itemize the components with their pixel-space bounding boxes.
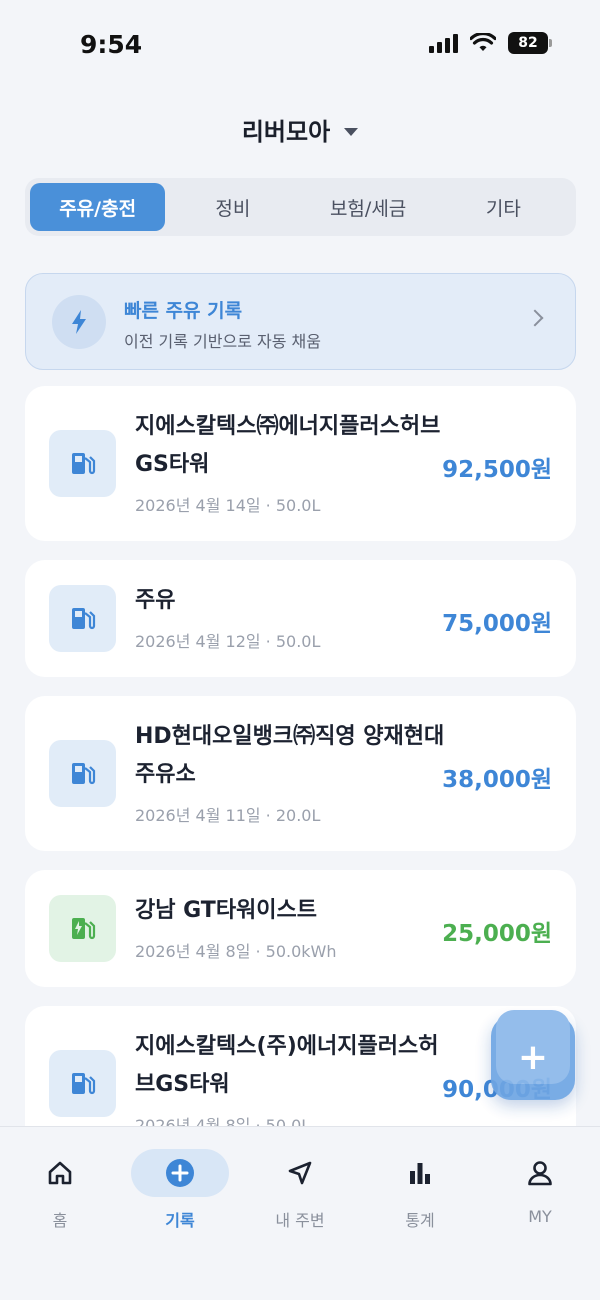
tab-insurance-tax[interactable]: 보험/세금 — [301, 183, 436, 231]
fuel-pump-icon — [49, 740, 116, 807]
nav-my[interactable]: MY — [485, 1145, 595, 1226]
nav-stats[interactable]: 통계 — [365, 1145, 475, 1231]
record-meta: 2026년 4월 14일 · 50.0L — [135, 496, 321, 515]
record-meta: 2026년 4월 8일 · 50.0kWh — [135, 942, 337, 961]
record-list: 지에스칼텍스㈜에너지플러스허브GS타워 92,500원 2026년 4월 14일… — [25, 386, 576, 1126]
plus-circle-icon — [166, 1159, 194, 1187]
nav-stats-label: 통계 — [405, 1211, 435, 1230]
record-amount: 25,000원 — [442, 921, 552, 947]
navigation-arrow-icon — [288, 1161, 312, 1185]
nav-record[interactable]: 기록 — [125, 1145, 235, 1231]
vehicle-name: 리버모아 — [241, 118, 331, 146]
user-icon — [528, 1161, 552, 1186]
record-station-name: 강남 GT타워이스트 — [135, 898, 318, 923]
tab-other[interactable]: 기타 — [436, 183, 571, 231]
status-time: 9:54 — [80, 30, 143, 59]
record-amount: 92,500원 — [442, 457, 552, 483]
vehicle-selector[interactable]: 리버모아 — [241, 112, 359, 147]
add-record-fab[interactable]: + — [491, 1010, 575, 1100]
record-meta: 2026년 4월 8일 · 50.0L — [135, 1116, 311, 1126]
tab-maintenance[interactable]: 정비 — [165, 183, 300, 231]
nav-home-label: 홈 — [52, 1211, 68, 1230]
home-icon — [48, 1161, 72, 1185]
fuel-pump-icon — [49, 430, 116, 497]
fuel-pump-icon — [49, 1050, 116, 1117]
nav-nearby[interactable]: 내 주변 — [245, 1145, 355, 1231]
status-bar: 9:54 82 — [0, 0, 600, 90]
ev-charger-icon — [49, 895, 116, 962]
cellular-signal-icon — [429, 33, 458, 53]
record-station-name: HD현대오일뱅크㈜직영 양재현대주유소 — [135, 724, 445, 787]
record-meta: 2026년 4월 11일 · 20.0L — [135, 806, 321, 825]
quick-fuel-record-card[interactable]: 빠른 주유 기록 이전 기록 기반으로 자동 채움 — [25, 273, 576, 370]
tab-fuel-charge[interactable]: 주유/충전 — [30, 183, 166, 231]
bottom-nav: 홈 기록 내 주변 통계 MY — [0, 1126, 600, 1300]
bar-chart-icon — [410, 1163, 430, 1184]
quick-fuel-subtitle: 이전 기록 기반으로 자동 채움 — [124, 332, 321, 351]
battery-indicator: 82 — [508, 32, 552, 54]
nav-nearby-label: 내 주변 — [275, 1211, 325, 1230]
battery-level: 82 — [518, 35, 538, 51]
nav-home[interactable]: 홈 — [5, 1145, 115, 1231]
record-card[interactable]: HD현대오일뱅크㈜직영 양재현대주유소 38,000원 2026년 4월 11일… — [25, 696, 576, 851]
record-station-name: 지에스칼텍스㈜에너지플러스허브GS타워 — [135, 414, 441, 477]
nav-record-label: 기록 — [165, 1211, 195, 1230]
status-icons: 82 — [429, 32, 552, 54]
record-card[interactable]: 강남 GT타워이스트 25,000원 2026년 4월 8일 · 50.0kWh — [25, 870, 576, 987]
wifi-icon — [470, 33, 496, 51]
nav-active-pill — [131, 1149, 229, 1197]
header: 리버모아 — [0, 112, 600, 147]
category-tabs: 주유/충전 정비 보험/세금 기타 — [25, 178, 576, 236]
record-card[interactable]: 지에스칼텍스㈜에너지플러스허브GS타워 92,500원 2026년 4월 14일… — [25, 386, 576, 541]
chevron-right-icon — [526, 309, 544, 327]
record-station-name: 지에스칼텍스(주)에너지플러스허브GS타워 — [135, 1034, 439, 1097]
plus-icon: + — [517, 1037, 549, 1078]
nav-my-label: MY — [528, 1207, 552, 1226]
record-meta: 2026년 4월 12일 · 50.0L — [135, 632, 321, 651]
chevron-down-icon — [344, 127, 359, 136]
quick-fuel-title: 빠른 주유 기록 — [124, 300, 243, 322]
fuel-pump-icon — [49, 585, 116, 652]
record-card[interactable]: 주유 75,000원 2026년 4월 12일 · 50.0L — [25, 560, 576, 677]
record-amount: 38,000원 — [442, 767, 552, 793]
quick-icon-badge — [52, 295, 106, 349]
bolt-icon — [72, 310, 86, 334]
record-amount: 75,000원 — [442, 611, 552, 637]
record-station-name: 주유 — [135, 588, 176, 613]
